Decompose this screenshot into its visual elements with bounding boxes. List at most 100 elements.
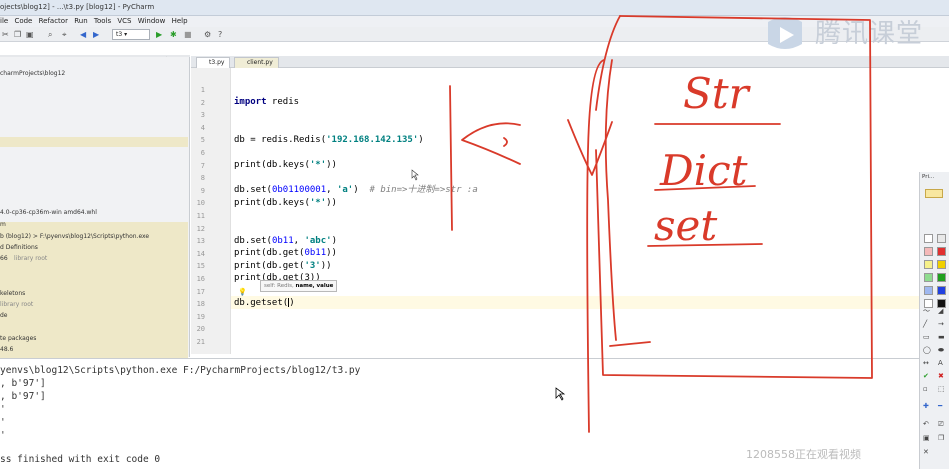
menu-vcs[interactable]: VCS xyxy=(117,16,131,27)
tree-selection xyxy=(0,137,188,147)
find-icon[interactable]: ⌕ xyxy=(48,30,52,39)
color-swatch[interactable] xyxy=(924,260,933,269)
line-number: 5 xyxy=(200,136,205,145)
code-line-7[interactable]: print(db.keys('*')) xyxy=(234,159,337,172)
window-title: ojects\blog12] - ...\t3.py [blog12] - Py… xyxy=(0,3,155,11)
code-line-13[interactable]: db.set(0b11, 'abc') xyxy=(234,235,337,248)
text-tool-icon[interactable]: A xyxy=(938,359,943,367)
select-tool-icon[interactable]: ⬚ xyxy=(938,385,945,393)
code-line-5[interactable]: db = redis.Redis('192.168.142.135') xyxy=(234,134,424,147)
tab-t3[interactable]: t3.py xyxy=(196,57,231,68)
filled-rectangle-icon[interactable]: ▬ xyxy=(938,333,945,341)
tree-item[interactable]: te packages xyxy=(0,335,36,343)
code-line-18[interactable]: db.getset() xyxy=(234,297,295,310)
clear-icon[interactable]: ⎚ xyxy=(938,420,944,428)
code-line-9[interactable]: db.set(0b01100001, 'a') # bin=>十进制=>str … xyxy=(234,184,478,197)
annotation-vertical-stroke xyxy=(449,85,453,231)
cut-icon[interactable]: ✂ xyxy=(2,30,9,39)
lightbulb-icon[interactable]: 💡 xyxy=(238,288,247,296)
copy-icon[interactable]: ❐ xyxy=(938,434,944,442)
color-swatch[interactable] xyxy=(924,247,933,256)
zoom-in-icon[interactable]: ✚ xyxy=(923,402,929,410)
brand-logo-text: 腾讯课堂 xyxy=(815,19,924,49)
line-number: 2 xyxy=(200,98,205,107)
color-swatch[interactable] xyxy=(924,286,933,295)
line-number: 15 xyxy=(196,262,205,271)
tree-item[interactable]: m xyxy=(0,221,6,229)
zoom-out-icon[interactable]: ━ xyxy=(938,402,942,410)
menu-file[interactable]: ile xyxy=(0,16,8,27)
color-swatch[interactable] xyxy=(924,273,933,282)
menu-help[interactable]: Help xyxy=(172,16,188,27)
annotation-box xyxy=(595,15,873,379)
menu-run[interactable]: Run xyxy=(74,16,87,27)
annotation-left-arrow xyxy=(461,122,521,165)
save-icon[interactable]: ▣ xyxy=(923,434,930,442)
code-line-10[interactable]: print(db.keys('*')) xyxy=(234,197,337,210)
project-root[interactable]: charmProjects\blog12 xyxy=(0,70,65,78)
line-number: 11 xyxy=(196,212,205,220)
line-number: 12 xyxy=(196,224,205,233)
pen-mode-button[interactable] xyxy=(925,189,943,198)
tree-item[interactable]: d Definitions xyxy=(0,244,38,252)
confirm-icon[interactable]: ✔ xyxy=(923,372,929,380)
tencent-classroom-logo-icon xyxy=(768,17,802,49)
close-panel-icon[interactable]: ✕ xyxy=(923,448,929,456)
annotation-underline-3 xyxy=(647,243,763,247)
undo-icon[interactable]: ↶ xyxy=(923,420,929,428)
tree-item[interactable]: 66 xyxy=(0,255,8,263)
color-swatch[interactable] xyxy=(937,260,946,269)
run-config-select[interactable]: t3 ▾ xyxy=(112,29,150,40)
line-number: 9 xyxy=(200,186,205,195)
tree-item[interactable]: 48.6 xyxy=(0,346,13,354)
stop-icon[interactable]: ■ xyxy=(184,30,192,39)
eraser-icon[interactable]: ◢ xyxy=(938,307,943,315)
tree-item-hint: library root xyxy=(0,301,34,308)
color-swatch[interactable] xyxy=(937,286,946,295)
line-number: 16 xyxy=(196,275,205,283)
annotation-underline-2 xyxy=(654,185,756,191)
filled-ellipse-icon[interactable]: ⬬ xyxy=(938,346,944,354)
help-icon[interactable]: ? xyxy=(218,30,222,39)
color-swatch[interactable] xyxy=(937,273,946,282)
line-number: 17 xyxy=(196,287,205,296)
tree-item[interactable]: 4.0-cp36-cp36m-win amd64.whl xyxy=(0,209,97,217)
line-tool-icon[interactable]: ╱ xyxy=(923,320,927,328)
menu-window[interactable]: Window xyxy=(138,16,166,27)
line-number: 13 xyxy=(196,237,205,246)
cancel-icon[interactable]: ✖ xyxy=(938,372,944,380)
code-line-15[interactable]: print(db.get('3')) xyxy=(234,260,332,273)
menu-tools[interactable]: Tools xyxy=(94,16,111,27)
tree-item[interactable]: keletons xyxy=(0,290,25,298)
rectangle-tool-icon[interactable]: ▭ xyxy=(923,333,930,341)
copy-icon[interactable]: ❐ xyxy=(14,30,21,39)
menu-code[interactable]: Code xyxy=(14,16,32,27)
ellipse-tool-icon[interactable]: ◯ xyxy=(923,346,931,354)
measure-tool-icon[interactable]: ↔ xyxy=(923,359,929,367)
debug-icon[interactable]: ✱ xyxy=(170,30,177,39)
color-swatch[interactable] xyxy=(924,234,933,243)
highlight-tool-icon[interactable]: ▫ xyxy=(923,385,928,393)
code-line-14[interactable]: print(db.get(0b11)) xyxy=(234,247,337,260)
line-number: 1 xyxy=(200,86,205,94)
line-number: 21 xyxy=(196,338,205,346)
paste-icon[interactable]: ▣ xyxy=(26,30,34,39)
tab-client[interactable]: client.py xyxy=(234,57,279,68)
line-number: 4 xyxy=(200,123,205,132)
back-icon[interactable]: ◀ xyxy=(80,30,86,39)
arrow-tool-icon[interactable]: → xyxy=(938,320,944,328)
forward-icon[interactable]: ▶ xyxy=(93,30,99,39)
code-line-2[interactable]: import redis xyxy=(234,96,299,109)
freehand-pen-icon[interactable]: 〜 xyxy=(923,307,930,315)
color-swatch[interactable] xyxy=(937,247,946,256)
menu-refactor[interactable]: Refactor xyxy=(39,16,68,27)
color-swatch[interactable] xyxy=(937,234,946,243)
current-line-highlight xyxy=(231,296,949,309)
annotation-arrow-mark xyxy=(503,137,508,147)
replace-icon[interactable]: ⌖ xyxy=(62,30,67,39)
tree-item[interactable]: b (blog12) > F:\pyenvs\blog12\Scripts\py… xyxy=(0,233,149,241)
settings-icon[interactable]: ⚙ xyxy=(204,30,211,39)
tree-item[interactable]: de xyxy=(0,312,8,320)
line-number: 20 xyxy=(196,325,205,334)
run-icon[interactable]: ▶ xyxy=(156,30,162,39)
